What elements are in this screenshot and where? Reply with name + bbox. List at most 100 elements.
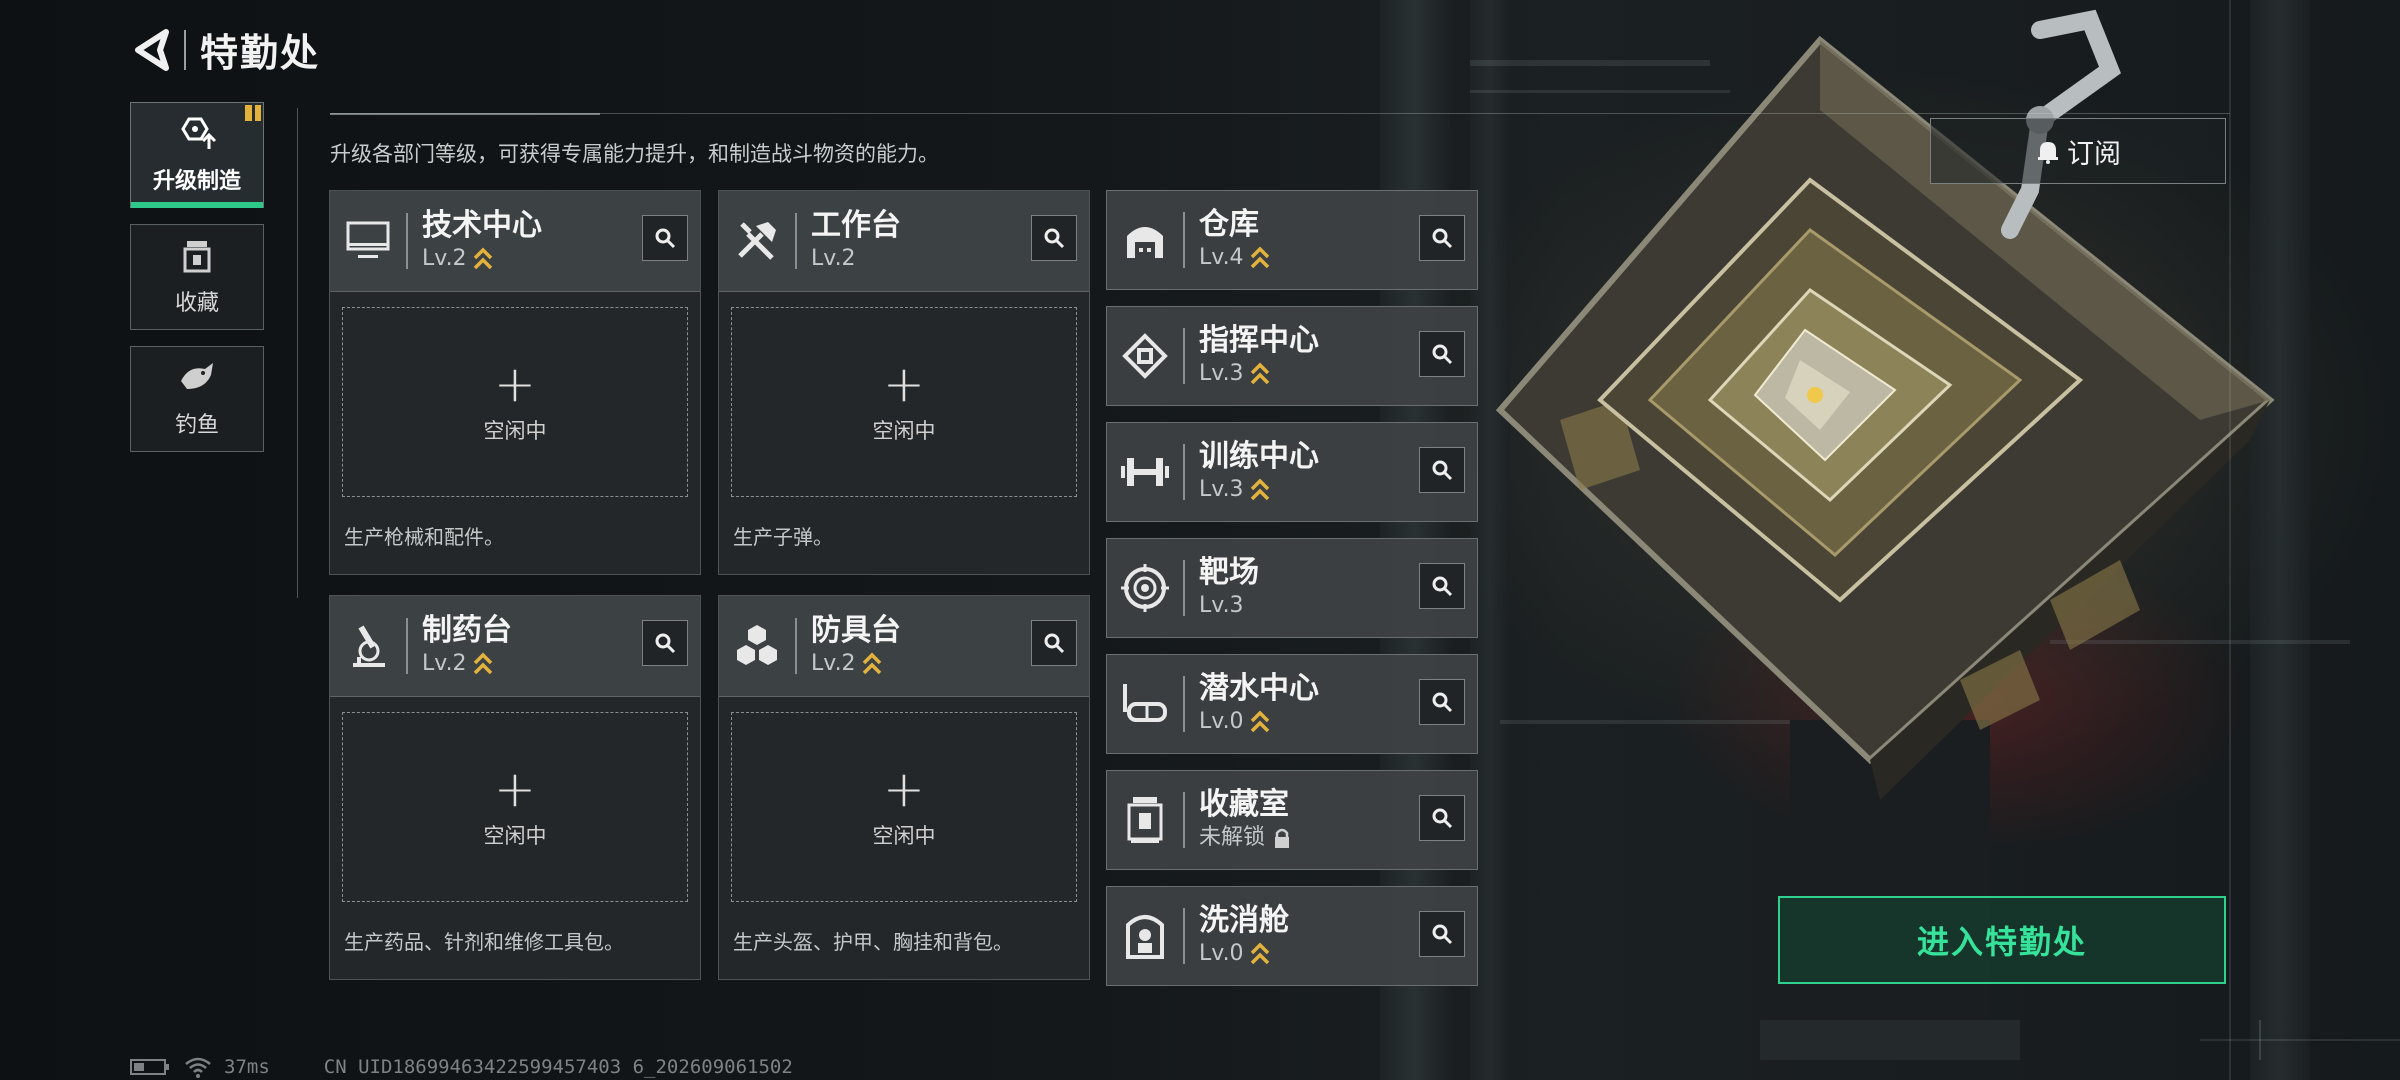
collection-icon [183,241,211,273]
dumbbell-icon [1107,422,1183,522]
card-level: Lv.0 [1199,709,1244,734]
subscribe-label: 订阅 [2067,138,2121,170]
facility-card-warehouse[interactable]: 仓库 Lv.4 [1106,190,1478,290]
card-level: Lv.3 [1199,477,1244,502]
search-icon [1432,576,1453,597]
upgrade-available-icon [473,651,493,677]
nav-item-upgrade[interactable]: 升级制造 [130,102,264,208]
card-header[interactable]: 技术中心 Lv.2 [330,191,700,292]
details-button[interactable] [1419,563,1465,609]
card-level: Lv.2 [422,246,467,271]
facility-card-command-center[interactable]: 指挥中心 Lv.3 [1106,306,1478,406]
upgrade-available-icon [1250,361,1270,387]
tools-icon [719,191,795,291]
header-divider [184,29,186,70]
card-description: 生产枪械和配件。 [344,525,504,549]
intro-text: 升级各部门等级，可获得专属能力提升，和制造战斗物资的能力。 [330,142,939,166]
back-arrow-icon [135,28,169,71]
chip-icon [1107,306,1183,406]
header: 特勤处 [130,22,320,77]
search-icon [1044,228,1065,249]
card-header[interactable]: 防具台 Lv.2 [719,596,1089,697]
facility-card-tech-center: 技术中心 Lv.2 + 空闲中 生产枪械和配件。 [329,190,701,575]
upgrade-available-icon [1250,709,1270,735]
card-level: Lv.2 [811,651,856,676]
battery-icon [130,1059,169,1075]
facility-card-showcase-room[interactable]: 收藏室 未解锁 [1106,770,1478,870]
facility-card-pharmacy: 制药台 Lv.2 + 空闲中 生产药品、针剂和维修工具包。 [329,595,701,980]
slot-status: 空闲中 [872,824,936,848]
search-icon [1044,633,1065,654]
facility-card-decon-chamber[interactable]: 洗消舱 Lv.0 [1106,886,1478,986]
plus-icon: + [883,355,925,413]
ping-text: 37ms [224,1056,270,1078]
production-slot[interactable]: + 空闲中 [731,712,1077,902]
facility-card-diving-center[interactable]: 潜水中心 Lv.0 [1106,654,1478,754]
search-icon [1432,808,1453,829]
side-nav: 升级制造 收藏 钓鱼 [130,102,266,468]
guide-line [297,108,298,598]
card-level: Lv.3 [1199,593,1244,618]
back-button[interactable] [130,24,174,76]
card-level: Lv.4 [1199,245,1244,270]
card-header[interactable]: 制药台 Lv.2 [330,596,700,697]
upgrade-available-icon [862,651,882,677]
slot-status: 空闲中 [872,419,936,443]
card-header[interactable]: 工作台 Lv.2 [719,191,1089,292]
details-button[interactable] [642,215,688,261]
guide-line-accent [330,113,600,115]
facility-card-training-center[interactable]: 训练中心 Lv.3 [1106,422,1478,522]
plus-icon: + [494,760,536,818]
nav-label-collection: 收藏 [174,291,219,316]
enter-special-ops-button[interactable]: 进入特勤处 [1778,896,2226,984]
search-icon [1432,460,1453,481]
search-icon [1432,692,1453,713]
search-icon [1432,228,1453,249]
uid-text: CN UID18699463422599457403 6_20260906150… [323,1056,793,1078]
diving-mask-icon [1107,654,1183,754]
fish-icon [181,363,213,389]
details-button[interactable] [1419,679,1465,725]
nav-label-fishing: 钓鱼 [174,413,219,438]
details-button[interactable] [1031,215,1077,261]
monitor-icon [330,191,406,291]
search-icon [1432,344,1453,365]
details-button[interactable] [1419,911,1465,957]
details-button[interactable] [642,620,688,666]
page-title: 特勤处 [200,31,321,75]
search-icon [655,633,676,654]
production-slot[interactable]: + 空闲中 [342,307,688,497]
details-button[interactable] [1031,620,1077,666]
nav-item-fishing[interactable]: 钓鱼 [130,346,264,452]
details-button[interactable] [1419,215,1465,261]
details-button[interactable] [1419,331,1465,377]
subscribe-button[interactable]: 订阅 [1930,118,2226,184]
upgrade-available-icon [473,246,493,272]
card-description: 生产子弹。 [733,525,833,549]
microscope-icon [330,596,406,696]
search-icon [1432,924,1453,945]
production-slot[interactable]: + 空闲中 [731,307,1077,497]
card-level: Lv.0 [1199,941,1244,966]
details-button[interactable] [1419,795,1465,841]
slot-status: 空闲中 [483,824,547,848]
details-button[interactable] [1419,447,1465,493]
card-level: Lv.2 [811,246,856,271]
facility-card-shooting-range[interactable]: 靶场 Lv.3 [1106,538,1478,638]
card-level: Lv.3 [1199,361,1244,386]
card-level: Lv.2 [422,651,467,676]
slot-status: 空闲中 [483,419,547,443]
warehouse-icon [1107,190,1183,290]
nav-item-collection[interactable]: 收藏 [130,224,264,330]
card-description: 生产头盔、护甲、胸挂和背包。 [733,930,1013,954]
card-level: 未解锁 [1199,825,1266,850]
showcase-icon [1107,770,1183,870]
facility-card-armor-bench: 防具台 Lv.2 + 空闲中 生产头盔、护甲、胸挂和背包。 [718,595,1090,980]
bell-icon [2038,142,2058,164]
production-slot[interactable]: + 空闲中 [342,712,688,902]
plus-icon: + [883,760,925,818]
upgrade-icon [181,117,217,149]
facility-card-workbench: 工作台 Lv.2 + 空闲中 生产子弹。 [718,190,1090,575]
wifi-icon [185,1057,211,1078]
decon-icon [1107,886,1183,986]
